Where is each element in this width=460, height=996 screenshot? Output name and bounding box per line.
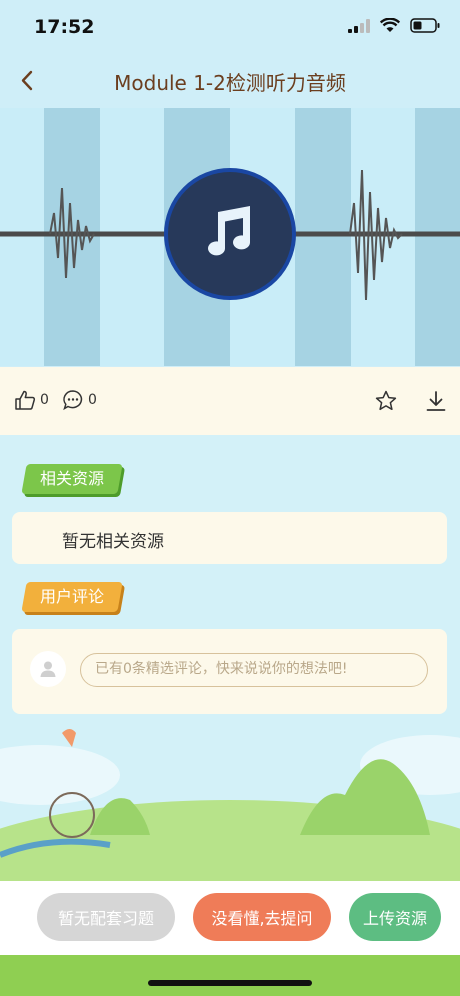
comments-card: 已有0条精选评论，快来说说你的想法吧! <box>12 629 447 714</box>
audio-player[interactable] <box>0 108 460 366</box>
status-bar: 17:52 <box>0 0 460 56</box>
content-area: 相关资源 暂无相关资源 用户评论 已有0条精选评论，快来说说你的想法吧! <box>0 435 460 881</box>
thumbs-up-icon <box>15 390 36 410</box>
wifi-icon <box>380 18 400 32</box>
ask-question-button[interactable]: 没看懂,去提问 <box>193 893 331 941</box>
star-icon[interactable] <box>374 389 398 413</box>
related-empty-text: 暂无相关资源 <box>62 532 164 552</box>
user-avatar-icon <box>40 661 56 677</box>
music-note-icon <box>208 206 251 256</box>
nav-bar: Module 1-2检测听力音频 <box>0 56 460 108</box>
comment-bubble-icon <box>63 390 83 411</box>
like-button[interactable]: 0 <box>14 389 49 411</box>
bottom-action-bar: 暂无配套习题 没看懂,去提问 上传资源 <box>0 881 460 955</box>
battery-icon <box>410 18 440 33</box>
no-exercise-button[interactable]: 暂无配套习题 <box>37 893 175 941</box>
home-indicator[interactable] <box>148 980 312 986</box>
related-resources-tag: 相关资源 <box>21 464 123 494</box>
signal-icon <box>348 18 370 33</box>
action-bar: 0 0 <box>0 367 460 435</box>
upload-resource-button[interactable]: 上传资源 <box>349 893 441 941</box>
avatar <box>30 651 66 687</box>
comment-input[interactable]: 已有0条精选评论，快来说说你的想法吧! <box>80 653 428 687</box>
like-count: 0 <box>40 392 49 408</box>
page-title: Module 1-2检测听力音频 <box>114 71 346 95</box>
user-comments-tag: 用户评论 <box>21 582 123 612</box>
related-resources-card: 暂无相关资源 <box>12 512 447 564</box>
comment-count: 0 <box>88 392 97 408</box>
download-icon[interactable] <box>424 389 448 413</box>
status-time: 17:52 <box>34 16 95 38</box>
comment-button[interactable]: 0 <box>62 389 97 411</box>
footer-grass <box>0 955 460 996</box>
